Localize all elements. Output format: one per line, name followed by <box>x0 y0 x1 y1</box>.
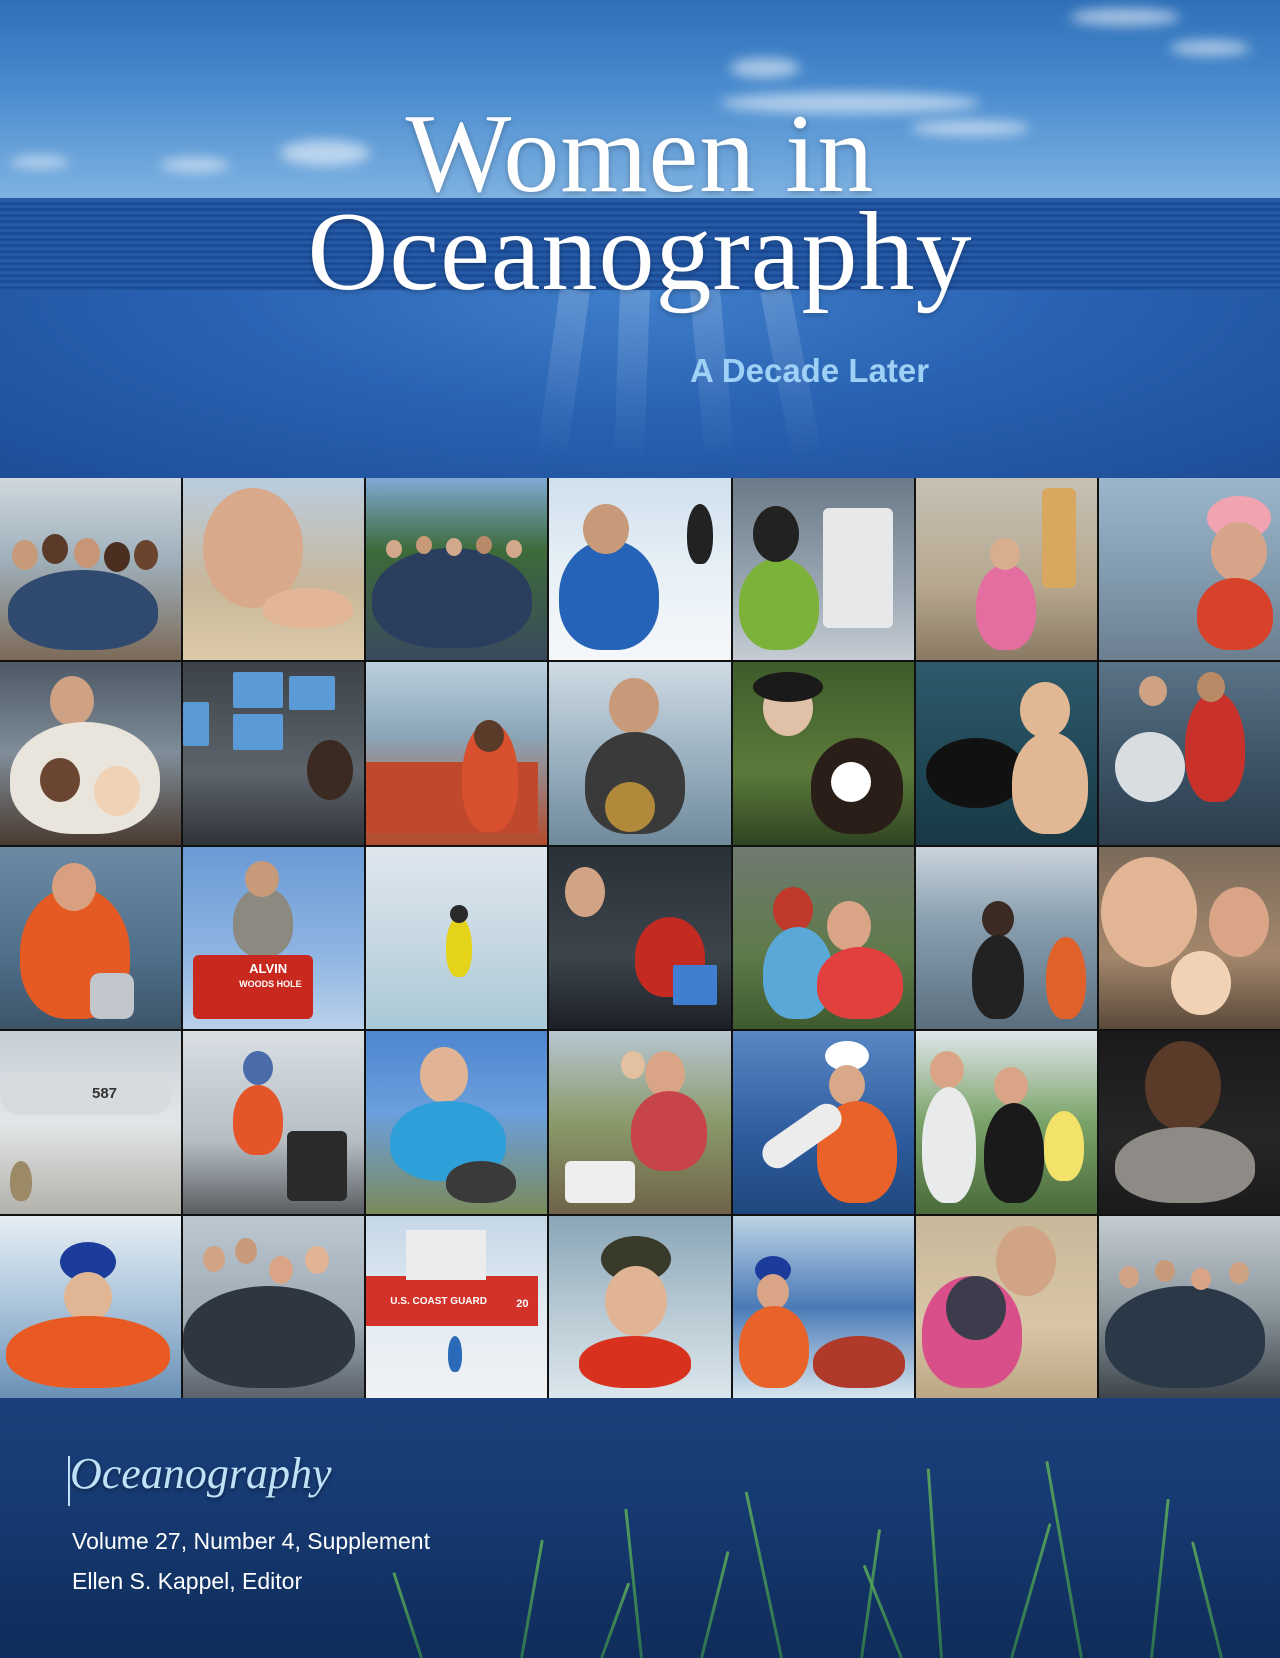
photo-deck-winch <box>183 1031 365 1214</box>
photo-with-dog <box>732 662 914 845</box>
photo-microscope-lab <box>732 478 914 661</box>
cloud <box>1070 8 1180 26</box>
photo-large-group <box>366 478 548 661</box>
photo-ice-floes <box>0 1215 182 1398</box>
photo-graduation-family <box>915 1031 1097 1214</box>
cover-title-line2: Oceanography <box>307 190 973 314</box>
photo-kids-outreach <box>915 478 1097 661</box>
magazine-cover: Women in Oceanography A Decade Later ALV… <box>0 0 1280 1658</box>
photo-dock-crew <box>1098 1215 1280 1398</box>
cloud <box>1170 40 1250 56</box>
photo-grid: ALVIN WOODS HOLE 587 U.S. COAST GUARD 20 <box>0 478 1280 1398</box>
photo-beach-smile <box>183 478 365 661</box>
alvin-sign-subtext: WOODS HOLE <box>239 978 302 989</box>
ship-hull-text: U.S. COAST GUARD <box>390 1295 487 1307</box>
photo-tide-pool-kids <box>549 1031 731 1214</box>
photo-group-at-sea <box>0 478 182 661</box>
photo-bridge-console <box>549 846 731 1030</box>
photo-instrument-deployment <box>732 1031 914 1214</box>
photo-aircraft-587: 587 <box>0 1031 182 1214</box>
photo-family-selfie <box>1098 846 1280 1030</box>
photo-survival-suit <box>0 846 182 1030</box>
aircraft-number: 587 <box>92 1085 118 1103</box>
photo-sailing-ship <box>366 662 548 845</box>
photo-instrument-on-water <box>549 662 731 845</box>
photo-alvin-wave: ALVIN WOODS HOLE <box>183 846 365 1030</box>
volume-info: Volume 27, Number 4, Supplement <box>72 1528 430 1554</box>
photo-antarctic-penguin <box>549 478 731 661</box>
photo-marine-mammal <box>915 662 1097 845</box>
photo-knit-hat <box>549 1215 731 1398</box>
photo-sea-ice-sampling <box>366 846 548 1030</box>
photo-conference-group <box>183 1215 365 1398</box>
photo-ship-wake <box>732 1215 914 1398</box>
photo-ship-rail <box>915 846 1097 1030</box>
cloud <box>730 58 800 78</box>
photo-ctd-rosette <box>1098 662 1280 845</box>
photo-beach-baby <box>915 1215 1097 1398</box>
photo-hard-hat <box>1098 478 1280 661</box>
photo-portrait-gray <box>1098 1031 1280 1214</box>
photo-control-room <box>183 662 365 845</box>
alvin-sign-text: ALVIN <box>249 960 288 976</box>
photo-field-blue-jacket <box>366 1031 548 1214</box>
photo-hug-child <box>732 846 914 1030</box>
photo-coast-guard-icebreaker: U.S. COAST GUARD 20 <box>366 1215 548 1398</box>
photo-mother-children <box>0 662 182 845</box>
editor-info: Ellen S. Kappel, Editor <box>72 1568 303 1594</box>
light-ray <box>614 289 650 461</box>
cover-subtitle: A Decade Later <box>690 352 930 389</box>
ship-hull-number: 20 <box>516 1297 529 1310</box>
journal-name: Oceanography <box>70 1449 332 1498</box>
